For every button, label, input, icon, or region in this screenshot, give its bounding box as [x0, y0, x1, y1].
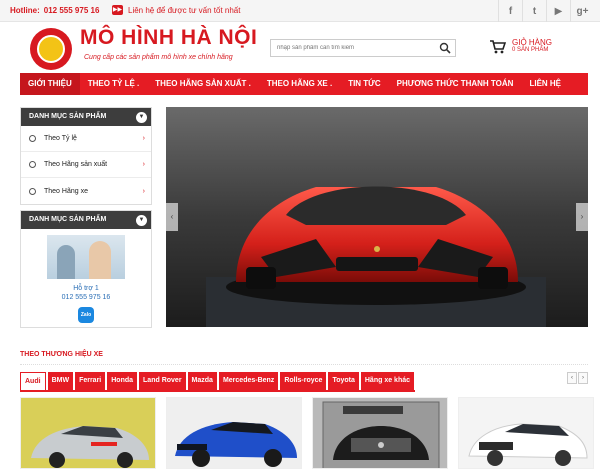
cart-title: GIỎ HÀNG	[512, 38, 553, 47]
carousel-prev-button[interactable]: ‹	[567, 372, 577, 384]
site-brand[interactable]: MÔ HÌNH HÀ NỘI	[80, 26, 257, 50]
nav-item-by-car-brand[interactable]: THEO HÃNG XE .	[259, 73, 340, 95]
tab-audi[interactable]: Audi	[20, 372, 46, 390]
slider-prev-button[interactable]: ‹	[166, 203, 178, 231]
chevron-right-icon: ›	[142, 187, 145, 195]
category-item-car-brand[interactable]: Theo Hãng xe ›	[21, 178, 151, 204]
shopping-cart-icon	[490, 40, 506, 54]
chevron-right-icon: ›	[142, 135, 145, 142]
hotline: Hotline: 012 555 975 16	[10, 6, 99, 15]
arrow-right-icon: ▶▶	[112, 5, 123, 15]
youtube-icon[interactable]: ▶	[546, 0, 570, 22]
hotline-number[interactable]: 012 555 975 16	[44, 6, 100, 15]
support-panel-title: DANH MỤC SẢN PHẨM	[29, 216, 107, 223]
category-item-scale[interactable]: Theo Tỷ lệ ›	[21, 126, 151, 152]
category-panel: DANH MỤC SẢN PHẨM ▼ Theo Tỷ lệ › Theo Hã…	[20, 107, 152, 205]
product-image	[167, 398, 301, 468]
chevron-right-icon: ›	[142, 161, 145, 168]
logo-emblem-icon	[37, 35, 65, 63]
zalo-icon[interactable]: Zalo	[78, 307, 94, 323]
tab-other-brands[interactable]: Hãng xe khác	[360, 372, 415, 390]
chevron-down-icon[interactable]: ▼	[136, 112, 147, 123]
tab-rolls-royce[interactable]: Rolls-royce	[280, 372, 327, 390]
circle-bullet-icon	[29, 135, 36, 142]
tab-bmw[interactable]: BMW	[47, 372, 74, 390]
slider-next-button[interactable]: ›	[576, 203, 588, 231]
product-card[interactable]	[312, 397, 448, 469]
nav-item-news[interactable]: TIN TỨC	[340, 73, 388, 95]
nav-item-by-scale[interactable]: THEO TỶ LỆ .	[80, 73, 148, 95]
nav-item-payment[interactable]: PHƯƠNG THỨC THANH TOÁN	[389, 73, 522, 95]
google-plus-icon[interactable]: g+	[570, 0, 594, 22]
tab-ferrari[interactable]: Ferrari	[75, 372, 106, 390]
search-input[interactable]	[271, 40, 431, 56]
support-panel-header: DANH MỤC SẢN PHẨM ▼	[21, 211, 151, 229]
support-staff-image	[47, 235, 125, 279]
main-nav: GIỚI THIỆU THEO TỶ LỆ . THEO HÃNG SẢN XU…	[20, 73, 588, 95]
nav-item-contact[interactable]: LIÊN HỆ	[521, 73, 569, 95]
product-card[interactable]	[20, 397, 156, 469]
support-panel: DANH MỤC SẢN PHẨM ▼ Hỗ trợ 1 012 555 975…	[20, 210, 152, 328]
nav-item-by-manufacturer[interactable]: THEO HÃNG SẢN XUẤT .	[147, 73, 259, 95]
hero-slider[interactable]: ‹ ›	[166, 107, 588, 327]
top-bar: Hotline: 012 555 975 16 ▶▶ Liên hệ để đượ…	[0, 0, 600, 22]
brand-section-title: THEO THƯƠNG HIỆU XE	[20, 351, 103, 358]
product-card[interactable]	[166, 397, 302, 469]
circle-bullet-icon	[29, 187, 36, 195]
carousel-next-button[interactable]: ›	[578, 372, 588, 384]
advice-notice: ▶▶ Liên hệ để được tư vấn tốt nhất	[112, 5, 240, 15]
site-slogan: Cung cấp các sản phẩm mô hình xe chính h…	[84, 54, 233, 61]
category-panel-header: DANH MỤC SẢN PHẨM ▼	[21, 108, 151, 126]
product-image	[459, 398, 593, 468]
tab-honda[interactable]: Honda	[107, 372, 138, 390]
twitter-icon[interactable]: t	[522, 0, 546, 22]
category-item-label: Theo Tỷ lệ	[44, 135, 77, 142]
site-logo[interactable]	[30, 28, 72, 70]
tab-toyota[interactable]: Toyota	[328, 372, 359, 390]
product-list	[20, 397, 594, 469]
search-box	[270, 39, 456, 57]
tab-mercedes-benz[interactable]: Mercedes-Benz	[218, 372, 279, 390]
cart-count: 0 SẢN PHẨM	[512, 47, 549, 53]
support-phone[interactable]: 012 555 975 16	[21, 294, 151, 301]
category-item-manufacturer[interactable]: Theo Hãng sản xuất ›	[21, 152, 151, 178]
nav-item-about[interactable]: GIỚI THIỆU	[20, 73, 80, 95]
product-card[interactable]	[458, 397, 594, 469]
search-icon[interactable]	[439, 42, 451, 54]
category-item-label: Theo Hãng sản xuất	[44, 161, 108, 168]
hotline-label: Hotline:	[10, 6, 40, 15]
section-divider	[20, 364, 588, 365]
chevron-down-icon[interactable]: ▼	[136, 215, 147, 226]
advice-text: Liên hệ để được tư vấn tốt nhất	[128, 5, 241, 15]
hero-car-image	[166, 107, 588, 327]
circle-bullet-icon	[29, 161, 36, 168]
facebook-icon[interactable]: f	[498, 0, 522, 22]
tab-mazda[interactable]: Mazda	[187, 372, 217, 390]
category-item-label: Theo Hãng xe	[44, 187, 88, 195]
brand-tabs: Audi BMW Ferrari Honda Land Rover Mazda …	[20, 372, 415, 390]
tab-land-rover[interactable]: Land Rover	[139, 372, 186, 390]
support-name: Hỗ trợ 1	[73, 285, 99, 292]
product-image	[21, 398, 155, 468]
category-panel-title: DANH MỤC SẢN PHẨM	[29, 113, 107, 120]
social-links: f t ▶ g+	[498, 0, 594, 22]
product-image	[313, 398, 447, 468]
cart-widget[interactable]: GIỎ HÀNG 0 SẢN PHẨM	[490, 38, 552, 54]
tab-underline	[20, 390, 415, 392]
